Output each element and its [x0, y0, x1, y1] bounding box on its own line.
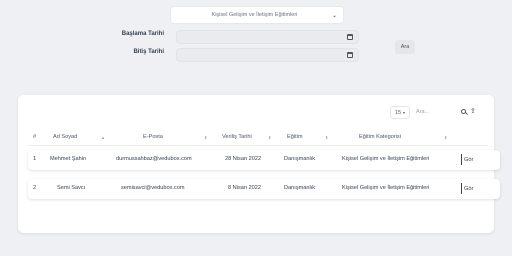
end-date-label: Bitiş Tarihi [133, 49, 164, 55]
category-select[interactable]: Kişisel Gelişim ve İletişim Eğitimleri ⌄ [170, 6, 344, 24]
view-button[interactable]: Gör [461, 154, 476, 165]
table-search-input[interactable]: Ara... [416, 109, 461, 115]
start-date-input[interactable] [176, 30, 359, 44]
col-category[interactable]: Eğitim Kategorisi [359, 134, 401, 140]
view-button[interactable]: Gör [461, 183, 476, 194]
sort-icon[interactable]: ⬍ [268, 135, 271, 140]
end-date-input[interactable] [176, 48, 359, 62]
sort-icon[interactable]: ⬍ [204, 135, 207, 140]
sort-icon[interactable]: ⬍ [325, 135, 328, 140]
row-date: 8 Nisan 2022 [228, 185, 261, 191]
table-row[interactable]: 1 Mehmet Şahin durmussahbaz@vedubox.com … [28, 150, 500, 170]
start-date-label: Başlama Tarihi [121, 31, 164, 37]
results-card: 15 ▾ Ara... ⇪ # Ad Soyad ▲ E-Posta ⬍ Ver… [18, 95, 500, 233]
col-index: # [33, 134, 37, 140]
col-email[interactable]: E-Posta [143, 134, 163, 140]
caret-down-icon: ▾ [403, 110, 406, 115]
row-category: Kişisel Gelişim ve İletişim Eğitimleri [342, 156, 430, 162]
row-name: Semi Savcı [57, 185, 86, 191]
calendar-icon[interactable] [347, 34, 353, 40]
table-search[interactable]: Ara... [416, 106, 466, 117]
col-name[interactable]: Ad Soyad [53, 134, 77, 140]
row-index: 1 [33, 156, 37, 162]
row-training: Danışmanlık [284, 185, 316, 191]
row-name: Mehmet Şahin [50, 156, 87, 162]
sort-icon[interactable]: ▲ [101, 135, 105, 140]
page-size-select[interactable]: 15 ▾ [390, 106, 410, 119]
calendar-icon[interactable] [347, 52, 353, 58]
row-training: Danışmanlık [284, 156, 316, 162]
row-index: 2 [33, 185, 37, 191]
col-training[interactable]: Eğitim [287, 134, 303, 140]
category-select-value: Kişisel Gelişim ve İletişim Eğitimleri [211, 12, 298, 18]
row-email: semisavci@vedubox.com [121, 185, 185, 191]
export-icon[interactable]: ⇪ [470, 107, 476, 115]
row-email: durmussahbaz@vedubox.com [116, 156, 192, 162]
col-date[interactable]: Veriliş Tarihi [222, 134, 252, 140]
search-button[interactable]: Ara [395, 40, 415, 54]
row-date: 28 Nisan 2022 [225, 156, 262, 162]
page-size-value: 15 [394, 109, 402, 116]
sort-icon[interactable]: ⬍ [444, 135, 447, 140]
search-icon[interactable] [461, 109, 466, 114]
chevron-down-icon: ⌄ [331, 12, 337, 19]
table-header: # Ad Soyad ▲ E-Posta ⬍ Veriliş Tarihi ⬍ … [28, 131, 488, 146]
row-category: Kişisel Gelişim ve İletişim Eğitimleri [342, 185, 430, 191]
table-row[interactable]: 2 Semi Savcı semisavci@vedubox.com 8 Nis… [28, 179, 500, 199]
